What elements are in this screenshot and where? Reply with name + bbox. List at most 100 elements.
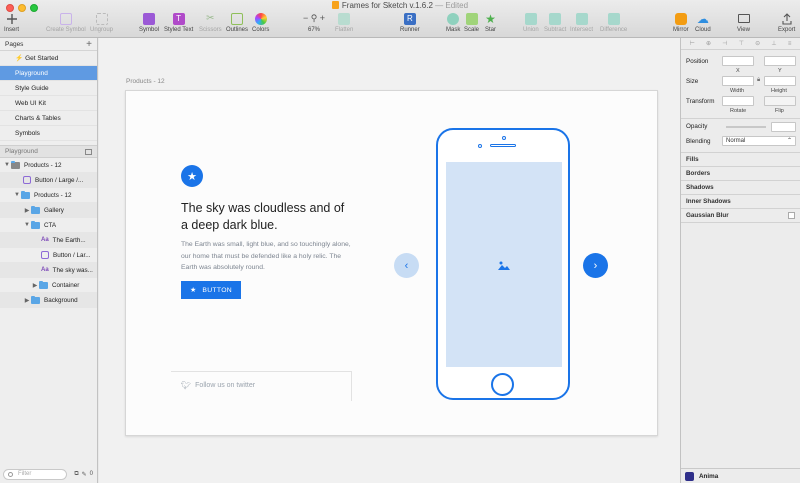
star-icon: ★ xyxy=(485,11,496,26)
align-left-icon[interactable]: ⊢ xyxy=(690,40,695,47)
subtract-icon xyxy=(549,12,562,25)
ungroup-button[interactable]: Ungroup xyxy=(90,12,113,33)
page-item-web-ui-kit[interactable]: Web UI Kit xyxy=(0,96,97,111)
flatten-icon xyxy=(338,12,351,25)
page-item-playground[interactable]: Playground xyxy=(0,66,97,81)
runner-button[interactable]: R Runner xyxy=(400,12,420,33)
cloud-button[interactable]: ☁ Cloud xyxy=(695,11,711,34)
page-item-get-started[interactable]: ⚡ Get Started xyxy=(0,51,97,66)
layer-item[interactable]: ▼ Products - 12 xyxy=(0,158,97,173)
subtract-button[interactable]: Subtract xyxy=(544,12,566,33)
phone-frame[interactable] xyxy=(436,128,570,400)
scale-button[interactable]: Scale xyxy=(464,12,479,33)
styled-text-icon: T xyxy=(172,12,185,25)
page-item-style-guide[interactable]: Style Guide xyxy=(0,81,97,96)
text-layer-icon: Aa xyxy=(41,267,49,273)
difference-button[interactable]: Difference xyxy=(600,12,627,33)
lightning-icon: ⚡ xyxy=(15,55,24,62)
headline-text[interactable]: The sky was cloudless and of a deep dark… xyxy=(181,200,351,234)
chevron-right-icon: › xyxy=(593,259,598,272)
borders-section[interactable]: Borders xyxy=(686,170,710,177)
canvas[interactable]: Products - 12 ★ The sky was cloudless an… xyxy=(99,38,680,483)
export-button[interactable]: Export xyxy=(778,12,795,33)
colors-button[interactable]: Colors xyxy=(252,12,269,33)
disclosure-open-icon: ▼ xyxy=(4,162,10,168)
layer-item[interactable]: ▼ CTA xyxy=(0,218,97,233)
previous-arrow-button[interactable]: ‹ xyxy=(394,253,419,278)
next-arrow-button[interactable]: › xyxy=(583,253,608,278)
layer-item[interactable]: Button / Lar... xyxy=(0,248,97,263)
symbol-button[interactable]: Symbol xyxy=(139,12,159,33)
search-icon xyxy=(8,472,13,477)
align-bottom-icon[interactable]: ⊥ xyxy=(771,40,776,47)
align-right-icon[interactable]: ⊣ xyxy=(722,40,727,47)
opacity-input[interactable] xyxy=(771,122,796,132)
window-title: Frames for Sketch v.1.6.2 — Edited xyxy=(0,1,800,10)
zoom-control[interactable]: − ⚲ + 67% xyxy=(296,12,332,33)
divider xyxy=(681,166,800,167)
image-icon xyxy=(498,261,510,270)
rotate-input[interactable] xyxy=(722,96,754,106)
filter-input[interactable]: Filter xyxy=(3,469,67,480)
shadows-section[interactable]: Shadows xyxy=(686,184,714,191)
view-icon xyxy=(737,12,750,25)
view-button[interactable]: View xyxy=(737,12,750,33)
mirror-icon xyxy=(674,12,687,25)
align-center-icon[interactable]: ⊕ xyxy=(706,40,711,47)
mirror-button[interactable]: Mirror xyxy=(673,12,689,33)
layer-item[interactable]: ▶ Background xyxy=(0,293,97,308)
edit-icon[interactable]: ✎ xyxy=(82,471,87,478)
lock-icon[interactable]: 🔒︎ xyxy=(757,77,760,84)
align-middle-icon[interactable]: ⊝ xyxy=(755,40,760,47)
outlines-button[interactable]: Outlines xyxy=(226,12,248,33)
width-input[interactable] xyxy=(722,76,754,86)
fills-section[interactable]: Fills xyxy=(686,156,699,163)
blur-checkbox[interactable] xyxy=(788,212,795,219)
insert-button[interactable]: Insert xyxy=(4,12,19,33)
artboard-title[interactable]: Products - 12 xyxy=(126,78,165,85)
height-input[interactable] xyxy=(764,76,796,86)
home-button xyxy=(491,373,514,396)
artboard[interactable]: ★ The sky was cloudless and of a deep da… xyxy=(125,90,658,436)
flip-buttons[interactable] xyxy=(764,96,796,106)
star-button[interactable]: ★ Star xyxy=(484,11,497,34)
layer-item[interactable]: Aa The sky was... xyxy=(0,263,97,278)
cta-button[interactable]: ★ BUTTON xyxy=(181,281,241,299)
collapse-icon[interactable] xyxy=(85,148,92,155)
sensor xyxy=(478,144,482,148)
inner-shadows-section[interactable]: Inner Shadows xyxy=(686,198,731,205)
layer-item[interactable]: ▶ Gallery xyxy=(0,203,97,218)
plus-icon xyxy=(5,12,18,25)
page-item-symbols[interactable]: Symbols xyxy=(0,126,97,141)
flatten-button[interactable]: Flatten xyxy=(335,12,353,33)
cloud-icon: ☁ xyxy=(696,11,709,26)
union-button[interactable]: Union xyxy=(523,12,539,33)
mask-button[interactable]: Mask xyxy=(446,12,460,33)
position-y-input[interactable] xyxy=(764,56,796,66)
page-item-charts-tables[interactable]: Charts & Tables xyxy=(0,111,97,126)
opacity-slider[interactable] xyxy=(726,126,766,128)
styled-text-button[interactable]: T Styled Text xyxy=(164,12,193,33)
distribute-icon[interactable]: ≡ xyxy=(788,41,792,47)
phone-screen[interactable] xyxy=(446,162,562,367)
position-x-input[interactable] xyxy=(722,56,754,66)
add-page-icon[interactable]: + xyxy=(86,39,92,50)
scissors-button[interactable]: ✂ Scissors xyxy=(199,12,222,33)
align-top-icon[interactable]: ⊤ xyxy=(739,40,744,47)
copy-icon[interactable]: ⧉ xyxy=(74,471,78,478)
layer-item[interactable]: Button / Large /... xyxy=(0,173,97,188)
gaussian-blur-section[interactable]: Gaussian Blur xyxy=(686,212,729,219)
speaker xyxy=(490,144,516,147)
layer-item[interactable]: Aa The Earth... xyxy=(0,233,97,248)
layer-item[interactable]: ▼ Products - 12 xyxy=(0,188,97,203)
camera xyxy=(502,136,506,140)
blending-select[interactable]: Normal ⌃ xyxy=(722,136,796,146)
create-symbol-icon xyxy=(59,12,72,25)
layer-item[interactable]: ▶ Container xyxy=(0,278,97,293)
anima-plugin-bar[interactable]: Anima xyxy=(681,468,800,483)
follow-link[interactable]: 🐦︎ Follow us on twitter xyxy=(181,381,255,390)
body-text[interactable]: The Earth was small, light blue, and so … xyxy=(181,239,351,274)
intersect-button[interactable]: Intersect xyxy=(570,12,593,33)
divider xyxy=(171,371,352,372)
create-symbol-button[interactable]: Create Symbol xyxy=(46,12,86,33)
